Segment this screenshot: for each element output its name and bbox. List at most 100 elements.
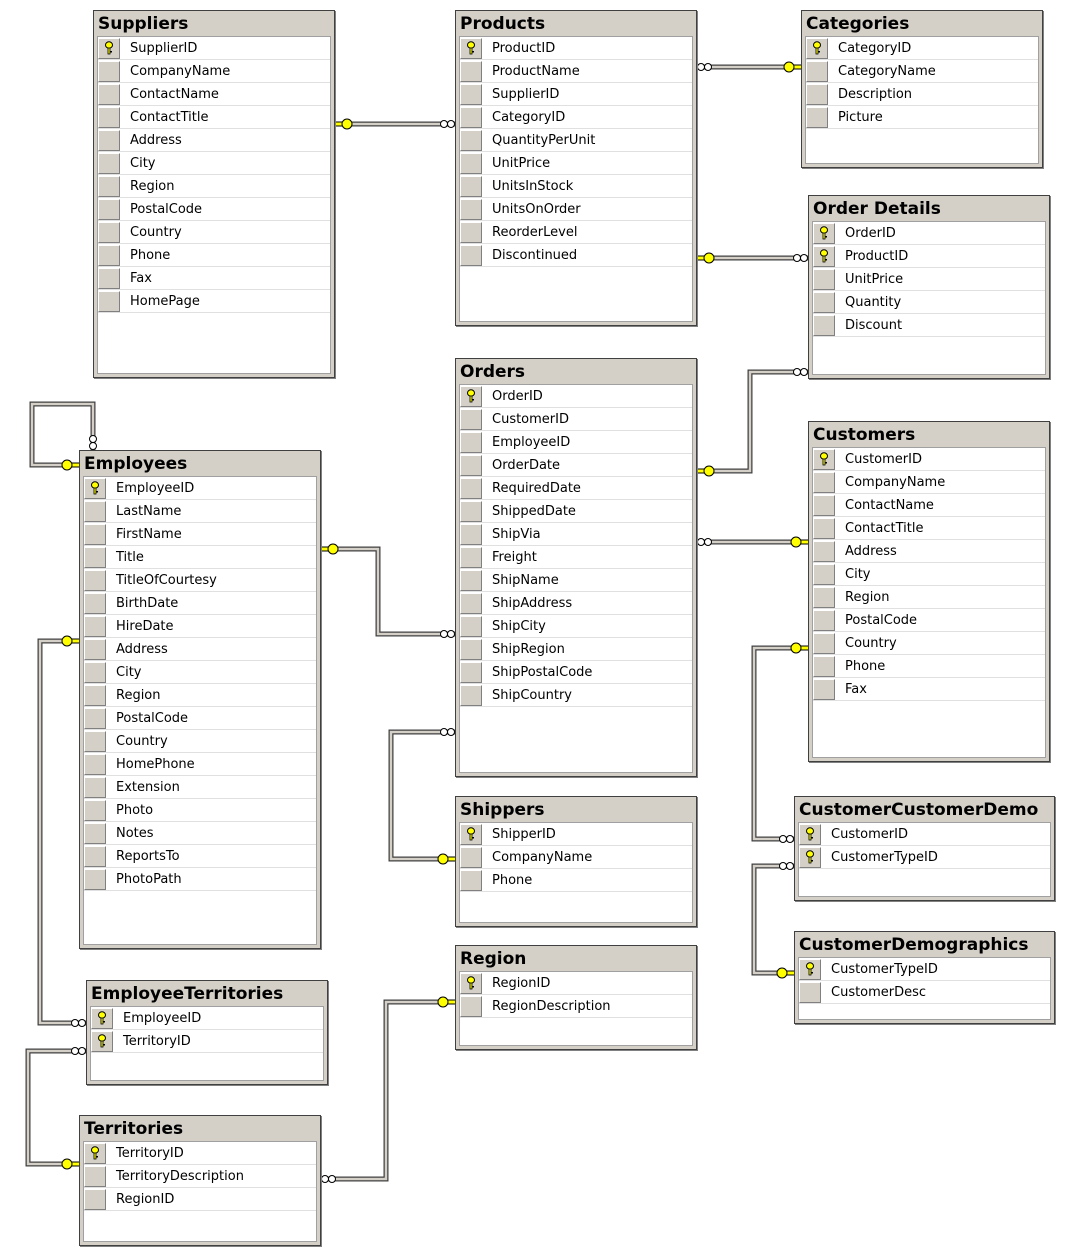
row-selector[interactable] xyxy=(799,981,821,1003)
table-title[interactable]: Employees xyxy=(80,451,320,476)
table-title[interactable]: Region xyxy=(456,946,696,971)
table-title[interactable]: Suppliers xyxy=(94,11,334,36)
column-row[interactable]: PhotoPath xyxy=(84,868,316,891)
table-customercustomerdemo[interactable]: CustomerCustomerDemo CustomerID CustomerTy… xyxy=(794,796,1055,901)
column-row[interactable]: Freight xyxy=(460,546,692,569)
relationship-line[interactable] xyxy=(697,252,808,264)
column-row[interactable]: Picture xyxy=(806,106,1038,129)
column-row[interactable]: ShipperID xyxy=(460,823,692,846)
table-title[interactable]: Categories xyxy=(802,11,1042,36)
table-territories[interactable]: Territories TerritoryID TerritoryDescripti… xyxy=(79,1115,321,1246)
column-row[interactable]: EmployeeID xyxy=(84,477,316,500)
column-row[interactable]: CategoryID xyxy=(460,106,692,129)
relationship-line[interactable] xyxy=(335,118,455,130)
row-selector[interactable] xyxy=(460,175,482,197)
primary-key-icon[interactable] xyxy=(813,245,835,267)
table-title[interactable]: Customers xyxy=(809,422,1049,447)
primary-key-icon[interactable] xyxy=(84,477,106,499)
column-row[interactable]: ShipCity xyxy=(460,615,692,638)
column-row[interactable]: CompanyName xyxy=(460,846,692,869)
row-selector[interactable] xyxy=(460,60,482,82)
row-selector[interactable] xyxy=(460,869,482,891)
primary-key-icon[interactable] xyxy=(460,972,482,994)
column-row[interactable]: CustomerTypeID xyxy=(799,958,1050,981)
row-selector[interactable] xyxy=(806,83,828,105)
column-row[interactable]: ReportsTo xyxy=(84,845,316,868)
table-order-details[interactable]: Order Details OrderID ProductID UnitPrice Qu… xyxy=(808,195,1050,379)
table-customers[interactable]: Customers CustomerID CompanyName ContactNam… xyxy=(808,421,1050,762)
row-selector[interactable] xyxy=(84,845,106,867)
row-selector[interactable] xyxy=(84,730,106,752)
column-row[interactable]: Phone xyxy=(813,655,1045,678)
table-title[interactable]: Orders xyxy=(456,359,696,384)
primary-key-icon[interactable] xyxy=(806,37,828,59)
column-row[interactable]: Country xyxy=(84,730,316,753)
primary-key-icon[interactable] xyxy=(813,222,835,244)
relationship-line[interactable] xyxy=(321,996,455,1183)
table-categories[interactable]: Categories CategoryID CategoryName Descript… xyxy=(801,10,1043,168)
column-row[interactable]: ProductID xyxy=(813,245,1045,268)
table-region[interactable]: Region RegionID RegionDescription xyxy=(455,945,697,1050)
row-selector[interactable] xyxy=(813,540,835,562)
column-row[interactable]: Extension xyxy=(84,776,316,799)
row-selector[interactable] xyxy=(460,546,482,568)
row-selector[interactable] xyxy=(84,500,106,522)
row-selector[interactable] xyxy=(98,152,120,174)
column-row[interactable]: HomePhone xyxy=(84,753,316,776)
column-row[interactable]: City xyxy=(84,661,316,684)
column-row[interactable]: RequiredDate xyxy=(460,477,692,500)
column-row[interactable]: Country xyxy=(98,221,330,244)
column-row[interactable]: RegionDescription xyxy=(460,995,692,1018)
column-row[interactable]: Address xyxy=(98,129,330,152)
column-row[interactable]: City xyxy=(813,563,1045,586)
row-selector[interactable] xyxy=(813,609,835,631)
row-selector[interactable] xyxy=(460,244,482,266)
row-selector[interactable] xyxy=(813,471,835,493)
column-row[interactable]: UnitsOnOrder xyxy=(460,198,692,221)
primary-key-icon[interactable] xyxy=(460,385,482,407)
row-selector[interactable] xyxy=(806,106,828,128)
table-products[interactable]: Products ProductID ProductName SupplierID Ca… xyxy=(455,10,697,326)
row-selector[interactable] xyxy=(460,684,482,706)
row-selector[interactable] xyxy=(98,198,120,220)
column-row[interactable]: ContactName xyxy=(98,83,330,106)
table-title[interactable]: Order Details xyxy=(809,196,1049,221)
row-selector[interactable] xyxy=(460,523,482,545)
row-selector[interactable] xyxy=(98,290,120,312)
primary-key-icon[interactable] xyxy=(799,846,821,868)
column-row[interactable]: UnitPrice xyxy=(813,268,1045,291)
column-row[interactable]: Phone xyxy=(460,869,692,892)
table-employeeterritories[interactable]: EmployeeTerritories EmployeeID TerritoryID xyxy=(86,980,328,1085)
primary-key-icon[interactable] xyxy=(799,823,821,845)
column-row[interactable]: TerritoryDescription xyxy=(84,1165,316,1188)
column-row[interactable]: CompanyName xyxy=(813,471,1045,494)
column-row[interactable]: CustomerDesc xyxy=(799,981,1050,1004)
column-row[interactable]: HireDate xyxy=(84,615,316,638)
table-title[interactable]: CustomerDemographics xyxy=(795,932,1054,957)
row-selector[interactable] xyxy=(84,1165,106,1187)
row-selector[interactable] xyxy=(84,799,106,821)
column-row[interactable]: Country xyxy=(813,632,1045,655)
row-selector[interactable] xyxy=(460,152,482,174)
primary-key-icon[interactable] xyxy=(460,37,482,59)
column-row[interactable]: Photo xyxy=(84,799,316,822)
relationship-line[interactable] xyxy=(321,543,455,638)
column-row[interactable]: ShippedDate xyxy=(460,500,692,523)
relationship-line[interactable] xyxy=(25,1047,86,1170)
column-row[interactable]: ShipVia xyxy=(460,523,692,546)
column-row[interactable]: CategoryName xyxy=(806,60,1038,83)
row-selector[interactable] xyxy=(813,494,835,516)
primary-key-icon[interactable] xyxy=(460,823,482,845)
table-title[interactable]: Shippers xyxy=(456,797,696,822)
column-row[interactable]: ContactTitle xyxy=(813,517,1045,540)
column-row[interactable]: Address xyxy=(84,638,316,661)
column-row[interactable]: CustomerID xyxy=(799,823,1050,846)
row-selector[interactable] xyxy=(460,569,482,591)
row-selector[interactable] xyxy=(84,569,106,591)
table-title[interactable]: EmployeeTerritories xyxy=(87,981,327,1006)
row-selector[interactable] xyxy=(460,221,482,243)
column-row[interactable]: ProductID xyxy=(460,37,692,60)
row-selector[interactable] xyxy=(98,244,120,266)
column-row[interactable]: PostalCode xyxy=(813,609,1045,632)
column-row[interactable]: Fax xyxy=(98,267,330,290)
